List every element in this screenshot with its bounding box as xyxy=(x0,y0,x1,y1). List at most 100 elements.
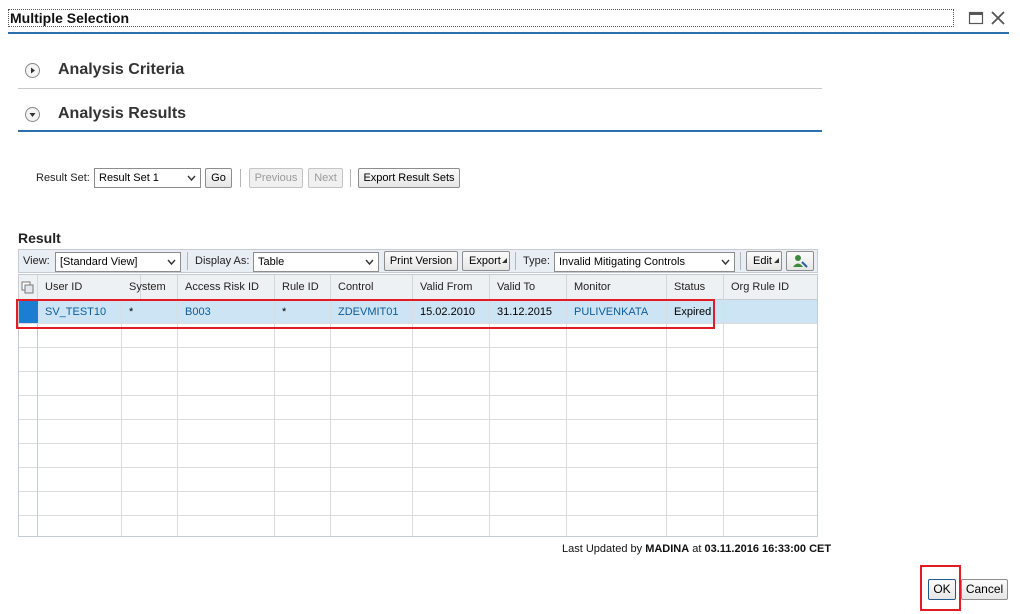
empty-cell xyxy=(724,324,817,348)
type-select[interactable]: Invalid Mitigating Controls xyxy=(554,252,735,272)
empty-cell xyxy=(724,444,817,468)
empty-cell xyxy=(490,444,567,468)
result-title: Result xyxy=(18,230,61,246)
empty-cell xyxy=(667,492,724,516)
updated-time: 03.11.2016 16:33:00 CET xyxy=(704,543,832,555)
empty-cell xyxy=(667,516,724,536)
table-header: User ID System Access Risk ID Rule ID Co… xyxy=(19,275,817,300)
empty-cell xyxy=(331,444,413,468)
section-title-criteria[interactable]: Analysis Criteria xyxy=(58,61,184,79)
highlight-selected-row xyxy=(16,299,715,329)
result-set-select[interactable]: Result Set 1 xyxy=(94,168,201,188)
next-button[interactable]: Next xyxy=(308,168,343,188)
empty-cell xyxy=(122,348,178,372)
empty-cell xyxy=(275,516,331,536)
column-header[interactable]: Rule ID xyxy=(275,275,331,300)
maximize-icon[interactable] xyxy=(968,10,984,26)
table-row xyxy=(19,468,817,492)
table-row xyxy=(19,492,817,516)
empty-cell xyxy=(38,492,122,516)
column-header[interactable]: Valid To xyxy=(490,275,567,300)
column-header[interactable]: Status xyxy=(667,275,724,300)
row-selector[interactable] xyxy=(19,372,38,396)
table-row xyxy=(19,420,817,444)
row-selector[interactable] xyxy=(19,420,38,444)
empty-cell xyxy=(331,492,413,516)
column-header[interactable]: Control xyxy=(331,275,413,300)
empty-cell xyxy=(724,396,817,420)
row-selector[interactable] xyxy=(19,348,38,372)
empty-cell xyxy=(122,468,178,492)
display-as-select[interactable]: Table xyxy=(253,252,379,272)
column-header[interactable]: Monitor xyxy=(567,275,667,300)
updated-prefix: Last Updated by xyxy=(562,543,643,555)
empty-cell xyxy=(122,492,178,516)
expand-criteria-icon[interactable] xyxy=(25,63,40,78)
empty-cell xyxy=(178,372,275,396)
empty-cell xyxy=(122,444,178,468)
print-version-button[interactable]: Print Version xyxy=(384,251,458,271)
empty-cell xyxy=(667,396,724,420)
empty-cell xyxy=(667,420,724,444)
table-row xyxy=(19,348,817,372)
edit-button[interactable]: Edit xyxy=(746,251,782,271)
select-all-icon[interactable] xyxy=(19,275,38,300)
empty-cell xyxy=(331,468,413,492)
section-divider-active xyxy=(18,130,822,132)
empty-cell xyxy=(178,396,275,420)
view-label: View: xyxy=(23,255,50,267)
empty-cell xyxy=(567,444,667,468)
collapse-results-icon[interactable] xyxy=(25,107,40,122)
row-selector[interactable] xyxy=(19,516,38,536)
view-select[interactable]: [Standard View] xyxy=(55,252,181,272)
empty-cell xyxy=(413,516,490,536)
section-divider xyxy=(18,88,822,89)
empty-cell xyxy=(724,372,817,396)
display-as-label: Display As: xyxy=(195,255,250,267)
empty-cell xyxy=(178,516,275,536)
export-result-sets-button[interactable]: Export Result Sets xyxy=(358,168,460,188)
previous-button[interactable]: Previous xyxy=(249,168,303,188)
empty-cell xyxy=(724,492,817,516)
column-header[interactable]: Valid From xyxy=(413,275,490,300)
title-bar xyxy=(8,9,954,27)
empty-cell xyxy=(275,444,331,468)
export-button[interactable]: Export xyxy=(462,251,510,271)
empty-cell xyxy=(331,396,413,420)
go-button[interactable]: Go xyxy=(205,168,232,188)
section-title-results[interactable]: Analysis Results xyxy=(58,105,186,123)
empty-cell xyxy=(275,492,331,516)
row-selector[interactable] xyxy=(19,396,38,420)
empty-cell xyxy=(667,348,724,372)
empty-cell xyxy=(567,420,667,444)
column-header[interactable]: Access Risk ID xyxy=(178,275,275,300)
user-settings-button[interactable] xyxy=(786,251,814,271)
empty-cell xyxy=(122,396,178,420)
empty-cell xyxy=(38,444,122,468)
table-row xyxy=(19,516,817,536)
empty-cell xyxy=(567,348,667,372)
empty-cell xyxy=(413,468,490,492)
empty-cell xyxy=(490,420,567,444)
empty-cell xyxy=(490,468,567,492)
row-selector[interactable] xyxy=(19,444,38,468)
cell-org-rule-id xyxy=(724,300,817,324)
toolbar-separator xyxy=(240,169,241,187)
menu-corner-icon xyxy=(774,251,779,269)
empty-cell xyxy=(275,348,331,372)
column-header[interactable]: Org Rule ID xyxy=(724,275,817,300)
empty-cell xyxy=(667,444,724,468)
column-header[interactable]: System xyxy=(122,275,178,300)
updated-at: at xyxy=(692,543,702,555)
row-selector[interactable] xyxy=(19,468,38,492)
row-selector[interactable] xyxy=(19,492,38,516)
toolbar-separator xyxy=(740,252,741,270)
empty-cell xyxy=(724,348,817,372)
close-icon[interactable] xyxy=(990,10,1006,26)
empty-cell xyxy=(178,468,275,492)
chevron-down-icon xyxy=(187,169,196,193)
empty-cell xyxy=(275,396,331,420)
cancel-button[interactable]: Cancel xyxy=(961,579,1008,600)
empty-cell xyxy=(331,348,413,372)
result-set-label: Result Set: xyxy=(36,172,90,184)
